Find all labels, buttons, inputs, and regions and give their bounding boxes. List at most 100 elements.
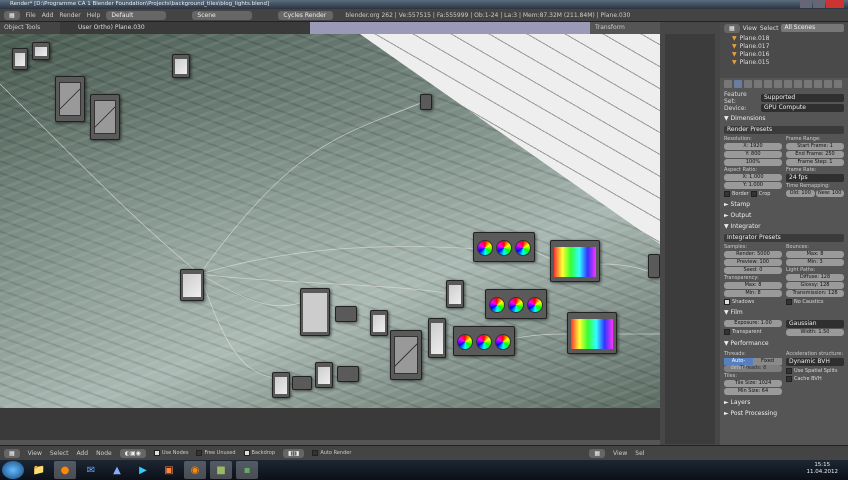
bounces-min-field[interactable]: Min: 3 <box>786 259 844 266</box>
menu-select[interactable]: Select <box>50 450 69 457</box>
node[interactable] <box>12 48 28 70</box>
editor-type-icon[interactable]: ▦ <box>4 448 20 458</box>
node-tree-type-icons[interactable]: ◐▣◉ <box>119 448 146 458</box>
threads-field[interactable]: Threads: 8 <box>724 365 782 372</box>
remap-old-field[interactable]: Old: 100 <box>786 190 815 197</box>
aspect-y-field[interactable]: Y: 1.000 <box>724 182 782 189</box>
bounces-max-field[interactable]: Max: 8 <box>786 251 844 258</box>
data-tab-icon[interactable] <box>794 80 802 88</box>
performance-panel-header[interactable]: ▼ Performance <box>724 340 844 348</box>
output-panel-header[interactable]: ► Output <box>724 212 844 220</box>
transmission-field[interactable]: Transmission: 128 <box>786 290 844 297</box>
end-frame-field[interactable]: End Frame: 250 <box>786 151 844 158</box>
render-tab-icon[interactable] <box>734 80 742 88</box>
node[interactable] <box>172 54 190 78</box>
free-unused-checkbox[interactable] <box>196 450 203 456</box>
node-editor-backdrop[interactable] <box>0 34 660 408</box>
node[interactable] <box>32 42 50 60</box>
physics-tab-icon[interactable] <box>834 80 842 88</box>
backdrop-channel-icons[interactable]: ◧◨ <box>283 448 305 458</box>
node[interactable] <box>335 306 357 322</box>
border-checkbox[interactable] <box>724 191 730 197</box>
menu-node[interactable]: Node <box>96 450 112 457</box>
render-samples-field[interactable]: Render: 5000 <box>724 251 782 258</box>
side-editor-type-icon[interactable]: ▦ <box>589 448 606 458</box>
aspect-x-field[interactable]: X: 1.000 <box>724 174 782 181</box>
no-caustics-checkbox[interactable] <box>786 299 792 305</box>
material-tab-icon[interactable] <box>804 80 812 88</box>
media-player-icon[interactable]: ▶ <box>132 461 154 479</box>
transform-panel-header[interactable]: Transform <box>590 22 660 34</box>
scene-select[interactable]: Scene <box>192 10 253 20</box>
object-tools-header[interactable]: Object Tools <box>0 22 60 34</box>
render-presets-select[interactable]: Render Presets <box>724 126 844 134</box>
render-engine-select[interactable]: Cycles Render <box>278 10 334 20</box>
bvh-select[interactable]: Dynamic BVH <box>786 358 844 366</box>
rgb-curves-node[interactable] <box>90 94 120 140</box>
filter-type-select[interactable]: Gaussian <box>786 320 844 328</box>
min-size-field[interactable]: Min Size: 64 <box>724 388 782 395</box>
blender-icon[interactable]: ◉ <box>184 461 206 479</box>
post-processing-panel-header[interactable]: ► Post Processing <box>724 410 844 418</box>
use-nodes-checkbox[interactable] <box>153 450 160 456</box>
editor-type-icon[interactable]: ▦ <box>4 10 20 20</box>
glossy-field[interactable]: Glossy: 128 <box>786 282 844 289</box>
image-app-icon[interactable]: ■ <box>210 461 232 479</box>
tile-size-field[interactable]: Tile Size: 1024 <box>724 380 782 387</box>
modifiers-tab-icon[interactable] <box>784 80 792 88</box>
resolution-x-field[interactable]: X: 1920 <box>724 143 782 150</box>
stamp-panel-header[interactable]: ► Stamp <box>724 201 844 209</box>
start-button[interactable] <box>2 461 24 479</box>
node[interactable] <box>648 254 660 278</box>
menu-view[interactable]: View <box>28 450 42 457</box>
rgb-curves-node[interactable] <box>55 76 85 122</box>
resolution-percent-slider[interactable]: 100% <box>724 159 782 166</box>
shadows-checkbox[interactable] <box>724 299 730 305</box>
viewer-node[interactable] <box>550 240 600 282</box>
dimensions-panel-header[interactable]: ▼ Dimensions <box>724 115 844 123</box>
resolution-y-field[interactable]: Y: 800 <box>724 151 782 158</box>
spatial-splits-checkbox[interactable] <box>786 368 792 374</box>
auto-render-checkbox[interactable] <box>312 450 319 456</box>
reroute-node[interactable] <box>420 94 432 110</box>
outliner-view-menu[interactable]: View <box>743 25 757 32</box>
system-clock[interactable]: 15:15 11.04.2012 <box>807 462 839 476</box>
maximize-button[interactable] <box>813 0 825 8</box>
object-tab-icon[interactable] <box>764 80 772 88</box>
layout-select[interactable]: Default <box>106 10 167 20</box>
integrator-panel-header[interactable]: ▼ Integrator <box>724 223 844 231</box>
video-player-icon[interactable]: ▣ <box>158 461 180 479</box>
render-layers-node[interactable] <box>180 269 204 301</box>
menu-file[interactable]: File <box>26 12 36 19</box>
diffuse-field[interactable]: Diffuse: 128 <box>786 274 844 281</box>
filter-width-field[interactable]: Width: 1.50 <box>786 329 844 336</box>
scene-tab-icon[interactable] <box>744 80 752 88</box>
rgb-curves-node[interactable] <box>390 330 422 380</box>
particles-tab-icon[interactable] <box>824 80 832 88</box>
outliner-item[interactable]: ▼ Plane.018 <box>724 34 844 42</box>
node[interactable] <box>446 280 464 308</box>
frame-step-field[interactable]: Frame Step: 1 <box>786 159 844 166</box>
viewer-node[interactable] <box>567 312 617 354</box>
outliner-select-menu[interactable]: Select <box>760 25 779 32</box>
start-frame-field[interactable]: Start Frame: 1 <box>786 143 844 150</box>
transparency-min-field[interactable]: Min: 8 <box>724 290 782 297</box>
mix-node[interactable] <box>300 288 330 336</box>
seed-field[interactable]: Seed: 0 <box>724 267 782 274</box>
preview-samples-field[interactable]: Preview: 100 <box>724 259 782 266</box>
crop-checkbox[interactable] <box>750 191 757 197</box>
fps-select[interactable]: 24 fps <box>786 174 844 182</box>
node[interactable] <box>315 362 333 388</box>
image-app-2-icon[interactable]: ▪ <box>236 461 258 479</box>
film-panel-header[interactable]: ▼ Film <box>724 309 844 317</box>
cache-bvh-checkbox[interactable] <box>786 376 792 382</box>
exposure-field[interactable]: Exposure: 1.00 <box>724 320 782 327</box>
color-balance-node[interactable] <box>473 232 535 262</box>
side-view-menu[interactable]: View <box>613 450 627 457</box>
menu-add[interactable]: Add <box>42 12 54 19</box>
device-select[interactable]: GPU Compute <box>761 104 844 112</box>
editor-type-icon[interactable] <box>724 80 732 88</box>
feature-set-select[interactable]: Supported <box>761 94 844 102</box>
explorer-icon[interactable]: 📁 <box>28 461 50 479</box>
remap-new-field[interactable]: New: 100 <box>815 190 844 197</box>
